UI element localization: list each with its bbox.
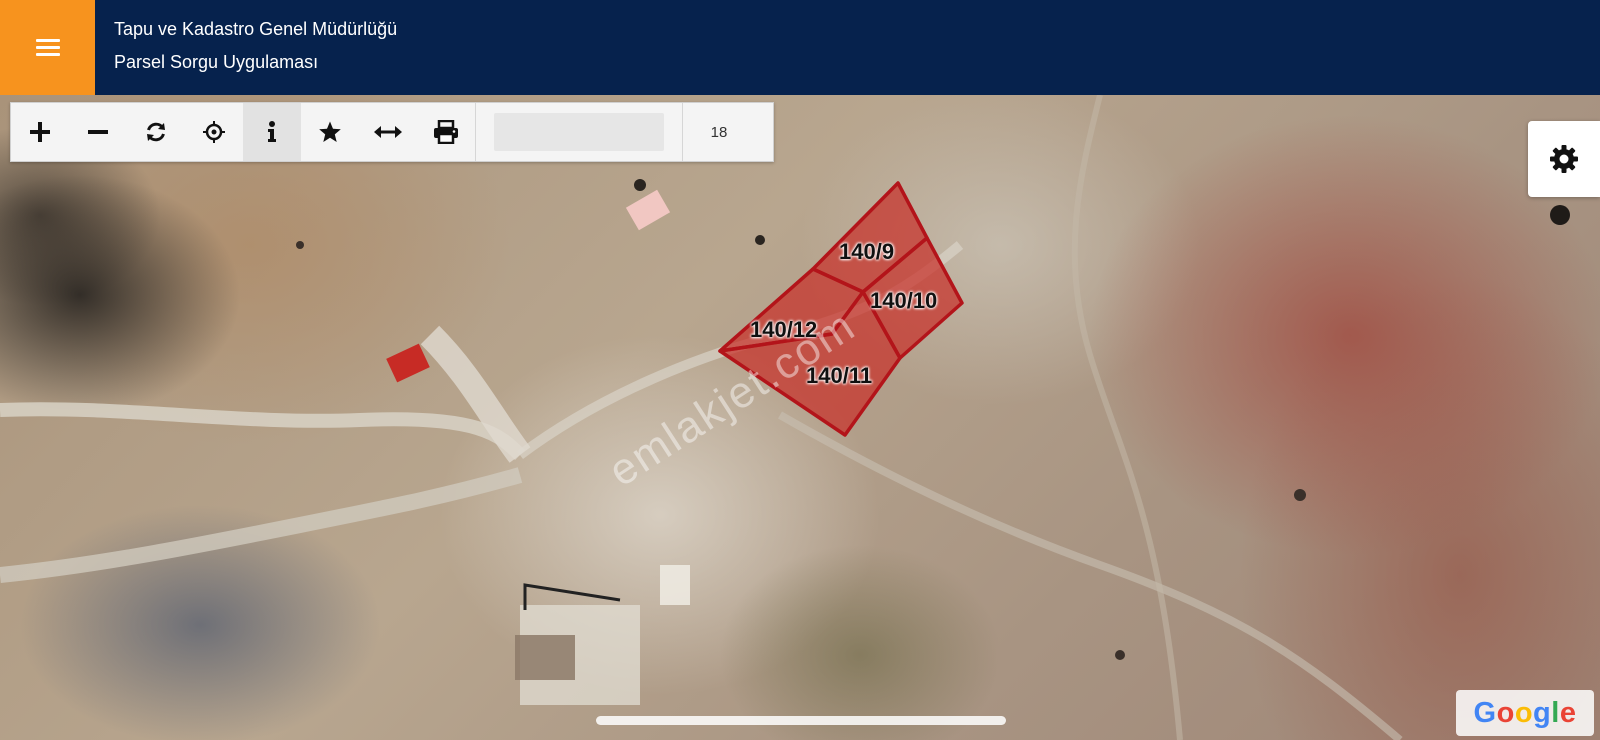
app-subtitle: Parsel Sorgu Uygulaması (114, 52, 319, 72)
measure-icon (374, 126, 402, 138)
zoom-in-icon (30, 122, 50, 142)
google-logo-letter: o (1514, 696, 1534, 729)
parcel-label-140-9[interactable]: 140/9 (839, 239, 894, 265)
zoom-level-indicator: 18 (682, 103, 755, 161)
map-view[interactable]: 140/9 140/10 140/12 140/11 emlakjet.com (0, 95, 1600, 740)
zoom-out-icon (88, 130, 108, 134)
google-logo-letter: e (1559, 696, 1577, 729)
zoom-in-button[interactable] (11, 103, 69, 161)
google-attribution: G o o g l e (1456, 690, 1594, 736)
refresh-button[interactable] (127, 103, 185, 161)
gear-icon (1550, 145, 1578, 173)
star-icon (319, 121, 341, 142)
parcel-label-140-10[interactable]: 140/10 (870, 288, 937, 314)
hamburger-icon (35, 38, 60, 57)
locate-icon (203, 121, 225, 143)
info-button[interactable] (243, 103, 301, 161)
google-logo-letter: o (1496, 696, 1515, 729)
search-input[interactable] (494, 113, 664, 151)
app-header: Tapu ve Kadastro Genel Müdürlüğü Parsel … (0, 0, 1600, 95)
print-button[interactable] (417, 103, 475, 161)
google-logo-letter: l (1551, 696, 1560, 729)
google-logo-letter: g (1533, 696, 1552, 729)
print-icon (434, 120, 458, 144)
locate-button[interactable] (185, 103, 243, 161)
toolbar-divider (475, 103, 476, 161)
favorites-button[interactable] (301, 103, 359, 161)
menu-button[interactable] (0, 0, 95, 95)
app-title: Tapu ve Kadastro Genel Müdürlüğü (114, 19, 398, 39)
measure-button[interactable] (359, 103, 417, 161)
info-icon (268, 121, 276, 142)
parcel-overlay[interactable] (0, 95, 1600, 740)
zoom-out-button[interactable] (69, 103, 127, 161)
refresh-icon (147, 122, 165, 142)
google-logo-letter: G (1473, 696, 1497, 729)
settings-button[interactable] (1528, 121, 1600, 197)
home-indicator (596, 716, 1006, 725)
map-toolbar: 18 (10, 102, 774, 162)
